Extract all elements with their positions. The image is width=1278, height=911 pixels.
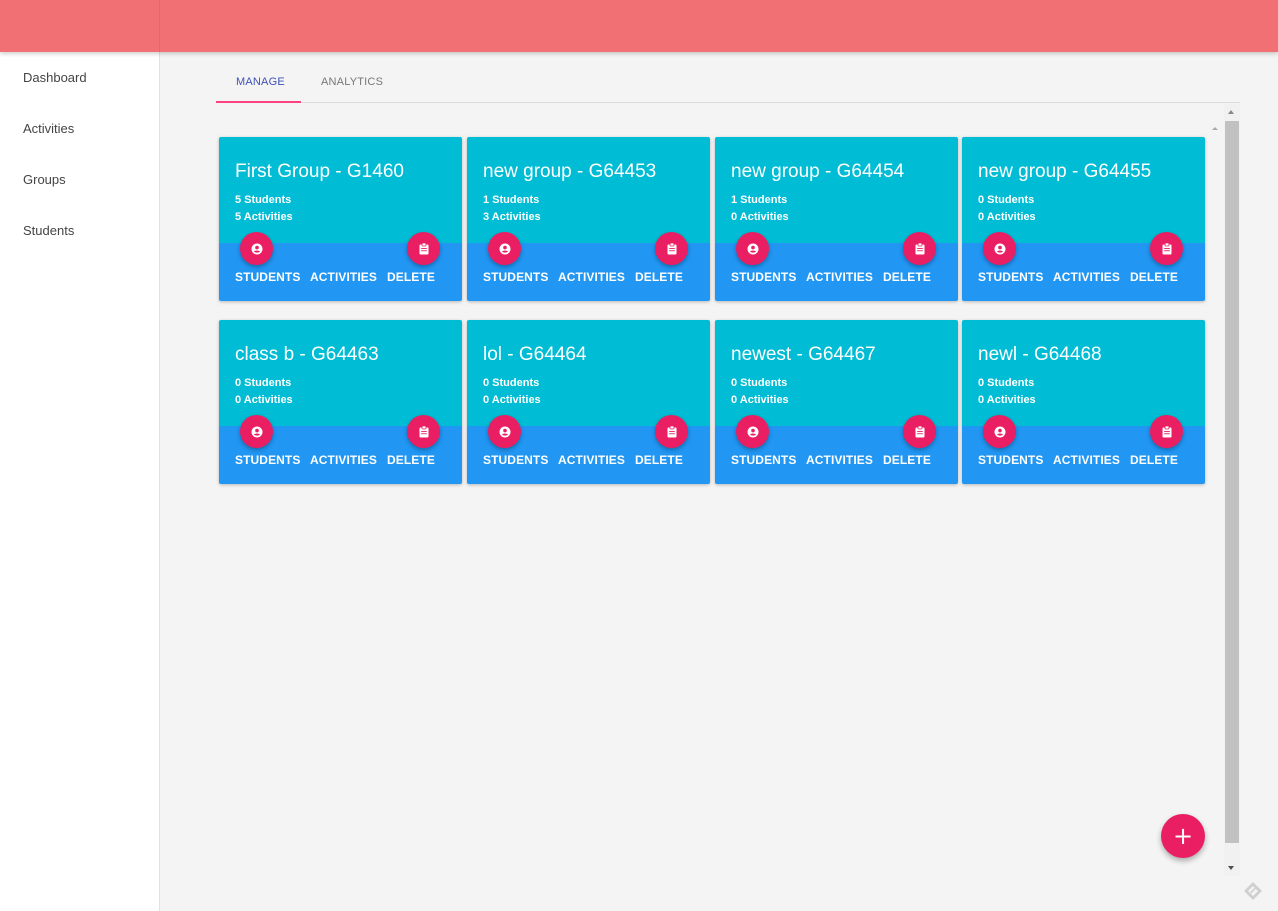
tab-indicator <box>216 101 301 103</box>
card-title: First Group - G1460 <box>235 161 404 182</box>
card-students-count: 0 Students <box>483 377 540 389</box>
card-header <box>715 320 958 426</box>
card-students-count: 1 Students <box>483 194 540 206</box>
card-title: lol - G64464 <box>483 344 587 365</box>
clipboard-icon[interactable] <box>1150 415 1183 448</box>
clipboard-icon[interactable] <box>903 415 936 448</box>
activities-button[interactable]: ACTIVITIES <box>558 270 625 284</box>
delete-button[interactable]: DELETE <box>635 270 683 284</box>
add-group-button[interactable]: + <box>1161 814 1205 858</box>
card-header <box>219 320 462 426</box>
account-circle-icon[interactable] <box>983 415 1016 448</box>
activities-button[interactable]: ACTIVITIES <box>806 270 873 284</box>
clipboard-icon[interactable] <box>407 232 440 265</box>
sidebar-item-groups[interactable]: Groups <box>23 172 66 187</box>
card-title: new group - G64453 <box>483 161 657 182</box>
group-card: new group - G64455 0 Students 0 Activiti… <box>962 137 1205 301</box>
card-header <box>467 137 710 243</box>
sidebar: Dashboard Activities Groups Students <box>0 52 160 911</box>
card-students-count: 0 Students <box>235 377 292 389</box>
students-button[interactable]: STUDENTS <box>978 453 1043 467</box>
card-students-count: 0 Students <box>978 377 1035 389</box>
card-activities-count: 5 Activities <box>235 211 293 223</box>
clipboard-icon[interactable] <box>655 232 688 265</box>
account-circle-icon[interactable] <box>488 232 521 265</box>
group-card: new group - G64453 1 Students 3 Activiti… <box>467 137 710 301</box>
group-card: newl - G64468 0 Students 0 Activities ST… <box>962 320 1205 484</box>
card-activities-count: 0 Activities <box>483 394 541 406</box>
inner-scroll-up-arrow[interactable] <box>1212 127 1218 130</box>
account-circle-icon[interactable] <box>983 232 1016 265</box>
card-header <box>715 137 958 243</box>
sidebar-item-activities[interactable]: Activities <box>23 121 74 136</box>
card-activities-count: 0 Activities <box>978 394 1036 406</box>
delete-button[interactable]: DELETE <box>387 453 435 467</box>
card-students-count: 0 Students <box>978 194 1035 206</box>
students-button[interactable]: STUDENTS <box>483 270 548 284</box>
card-activities-count: 0 Activities <box>731 394 789 406</box>
card-title: newest - G64467 <box>731 344 876 365</box>
delete-button[interactable]: DELETE <box>387 270 435 284</box>
activities-button[interactable]: ACTIVITIES <box>806 453 873 467</box>
card-title: newl - G64468 <box>978 344 1102 365</box>
clipboard-icon[interactable] <box>1150 232 1183 265</box>
card-activities-count: 0 Activities <box>731 211 789 223</box>
sidebar-item-students[interactable]: Students <box>23 223 74 238</box>
group-card: lol - G64464 0 Students 0 Activities STU… <box>467 320 710 484</box>
card-students-count: 1 Students <box>731 194 788 206</box>
activities-button[interactable]: ACTIVITIES <box>310 453 377 467</box>
students-button[interactable]: STUDENTS <box>731 270 796 284</box>
card-students-count: 0 Students <box>731 377 788 389</box>
diamond-logo-icon <box>1244 882 1262 900</box>
delete-button[interactable]: DELETE <box>635 453 683 467</box>
group-card: new group - G64454 1 Students 0 Activiti… <box>715 137 958 301</box>
activities-button[interactable]: ACTIVITIES <box>558 453 625 467</box>
card-header <box>467 320 710 426</box>
delete-button[interactable]: DELETE <box>883 270 931 284</box>
clipboard-icon[interactable] <box>903 232 936 265</box>
delete-button[interactable]: DELETE <box>883 453 931 467</box>
delete-button[interactable]: DELETE <box>1130 270 1178 284</box>
group-card: class b - G64463 0 Students 0 Activities… <box>219 320 462 484</box>
students-button[interactable]: STUDENTS <box>978 270 1043 284</box>
add-icon: + <box>1172 822 1194 850</box>
students-button[interactable]: STUDENTS <box>731 453 796 467</box>
card-header <box>219 137 462 243</box>
clipboard-icon[interactable] <box>655 415 688 448</box>
account-circle-icon[interactable] <box>240 415 273 448</box>
activities-button[interactable]: ACTIVITIES <box>1053 453 1120 467</box>
card-header <box>962 320 1205 426</box>
scrollbar-thumb[interactable] <box>1225 121 1239 843</box>
scroll-down-arrow-icon[interactable] <box>1228 866 1234 870</box>
group-card: First Group - G1460 5 Students 5 Activit… <box>219 137 462 301</box>
students-button[interactable]: STUDENTS <box>235 453 300 467</box>
tab-bar: MANAGE ANALYTICS <box>216 52 1240 103</box>
card-header <box>962 137 1205 243</box>
card-title: new group - G64455 <box>978 161 1152 182</box>
tab-manage[interactable]: MANAGE <box>236 76 285 88</box>
account-circle-icon[interactable] <box>736 232 769 265</box>
card-activities-count: 0 Activities <box>978 211 1036 223</box>
card-title: class b - G64463 <box>235 344 379 365</box>
card-students-count: 5 Students <box>235 194 292 206</box>
account-circle-icon[interactable] <box>240 232 273 265</box>
group-card: newest - G64467 0 Students 0 Activities … <box>715 320 958 484</box>
students-button[interactable]: STUDENTS <box>483 453 548 467</box>
app-header <box>0 0 1278 52</box>
scroll-up-arrow-icon[interactable] <box>1228 110 1234 114</box>
sidebar-item-dashboard[interactable]: Dashboard <box>23 70 87 85</box>
card-title: new group - G64454 <box>731 161 905 182</box>
students-button[interactable]: STUDENTS <box>235 270 300 284</box>
delete-button[interactable]: DELETE <box>1130 453 1178 467</box>
activities-button[interactable]: ACTIVITIES <box>1053 270 1120 284</box>
header-divider <box>159 0 160 52</box>
account-circle-icon[interactable] <box>736 415 769 448</box>
activities-button[interactable]: ACTIVITIES <box>310 270 377 284</box>
card-activities-count: 0 Activities <box>235 394 293 406</box>
card-activities-count: 3 Activities <box>483 211 541 223</box>
tab-analytics[interactable]: ANALYTICS <box>321 76 383 88</box>
clipboard-icon[interactable] <box>407 415 440 448</box>
account-circle-icon[interactable] <box>488 415 521 448</box>
